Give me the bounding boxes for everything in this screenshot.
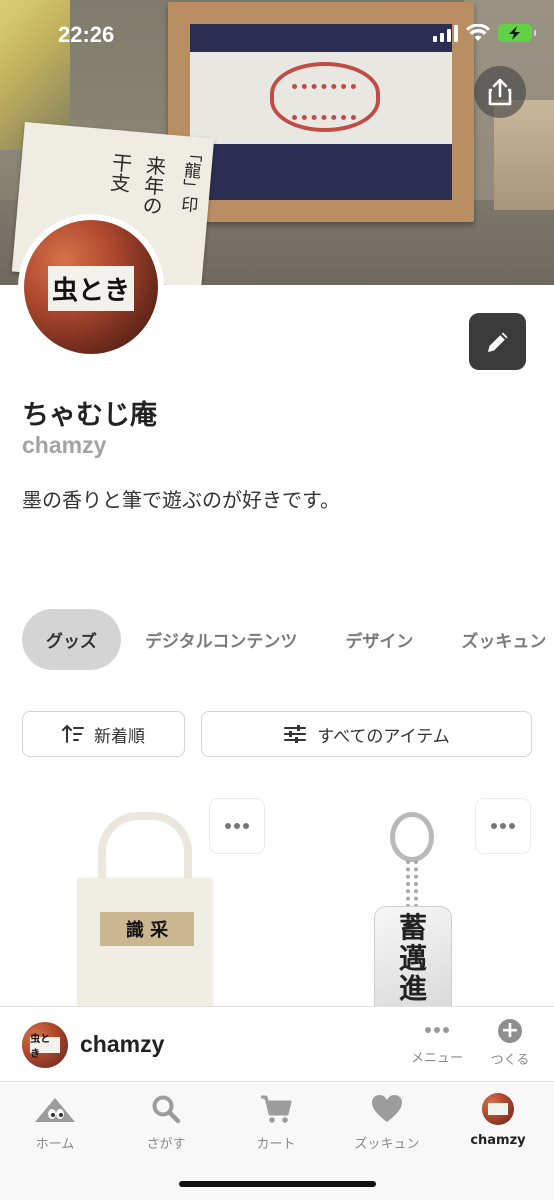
heart-icon — [371, 1093, 403, 1125]
profile-name: ちゃむじ庵 — [22, 400, 157, 431]
create-label: つくる — [490, 1053, 530, 1068]
tabbar-home[interactable]: ホーム — [10, 1093, 100, 1152]
avatar-text: 虫とき — [48, 265, 134, 312]
keyholder-char-3: 進 — [398, 972, 427, 1006]
category-tabs: グッズ デジタルコンテンツ デザイン ズッキュン — [22, 609, 554, 670]
tabbar-profile[interactable]: chamzy — [453, 1093, 543, 1148]
tabbar-profile-label: chamzy — [470, 1133, 526, 1148]
keyholder-item[interactable]: 蓄 邁 進 — [368, 812, 458, 1012]
tabbar-zukkyun-label: ズッキュン — [354, 1137, 420, 1152]
item-more-button[interactable] — [209, 798, 265, 854]
keyholder-char-2: 邁 — [398, 941, 427, 975]
create-button[interactable]: + つくる — [480, 1019, 540, 1069]
sliders-icon — [284, 725, 307, 743]
keyholder-char-1: 蓄 — [398, 910, 427, 944]
tab-digital-content[interactable]: デジタルコンテンツ — [121, 609, 321, 670]
tab-goods[interactable]: グッズ — [22, 609, 121, 670]
plus-circle-icon: + — [498, 1019, 522, 1043]
profile-avatar-icon — [482, 1093, 514, 1125]
item-filter-button[interactable]: すべてのアイテム — [201, 711, 532, 757]
pencil-icon — [487, 332, 507, 352]
signal-icon — [433, 24, 458, 42]
tabbar-cart-label: カート — [256, 1137, 296, 1152]
key-ring — [390, 812, 434, 862]
menu-button[interactable]: メニュー — [407, 1019, 467, 1066]
share-icon — [488, 78, 512, 106]
sort-label: 新着順 — [94, 726, 145, 747]
edit-profile-button[interactable] — [469, 313, 526, 370]
home-indicator — [179, 1181, 376, 1187]
profile-bio: 墨の香りと筆で遊ぶのが好きです。 — [22, 488, 340, 512]
tab-design[interactable]: デザイン — [321, 609, 437, 670]
share-button[interactable] — [474, 66, 526, 118]
more-dots-icon — [225, 823, 249, 829]
tabbar-zukkyun[interactable]: ズッキュン — [342, 1093, 432, 1152]
note-line-1: 来年の — [138, 154, 168, 217]
tote-bag-item[interactable]: 識 采 — [78, 812, 212, 1012]
avatar-image: 虫とき — [24, 220, 158, 354]
status-time: 22:26 — [58, 22, 115, 47]
profile-handle: chamzy — [22, 432, 107, 458]
cart-icon — [260, 1093, 292, 1125]
wifi-icon — [466, 24, 490, 41]
tabbar-home-label: ホーム — [35, 1137, 75, 1152]
sort-button[interactable]: 新着順 — [22, 711, 185, 757]
note-line-2: 干支 — [106, 151, 134, 194]
battery-icon — [498, 24, 536, 42]
note-seal-text: 「龍」印 — [176, 143, 203, 214]
menu-label: メニュー — [410, 1051, 463, 1066]
tabbar-search-label: さがす — [146, 1137, 186, 1152]
status-icons — [433, 24, 536, 42]
creator-avatar-text: 虫とき — [30, 1034, 60, 1060]
key-chain — [406, 860, 418, 908]
more-dots-icon — [491, 823, 515, 829]
dragon-seal-stamp — [270, 62, 380, 132]
tab-zukkyun[interactable]: ズッキュン — [437, 609, 554, 670]
menu-dots-icon — [425, 1019, 449, 1041]
creator-bar: 虫とき chamzy メニュー + つくる — [0, 1006, 554, 1082]
picture-frame — [168, 2, 474, 222]
home-mountain-icon — [33, 1093, 77, 1125]
tabbar-cart[interactable]: カート — [231, 1093, 321, 1152]
creator-avatar[interactable]: 虫とき — [22, 1022, 68, 1068]
creator-name[interactable]: chamzy — [80, 1031, 164, 1058]
tabbar-search[interactable]: さがす — [121, 1093, 211, 1152]
profile-avatar[interactable]: 虫とき — [18, 214, 164, 360]
item-more-button[interactable] — [475, 798, 531, 854]
frame-paper — [190, 52, 452, 144]
sort-icon — [62, 724, 84, 743]
item-filter-label: すべてのアイテム — [317, 726, 450, 747]
keyholder-plate: 蓄 邁 進 — [374, 906, 452, 1012]
tote-print: 識 采 — [100, 912, 194, 946]
search-icon — [151, 1093, 181, 1125]
